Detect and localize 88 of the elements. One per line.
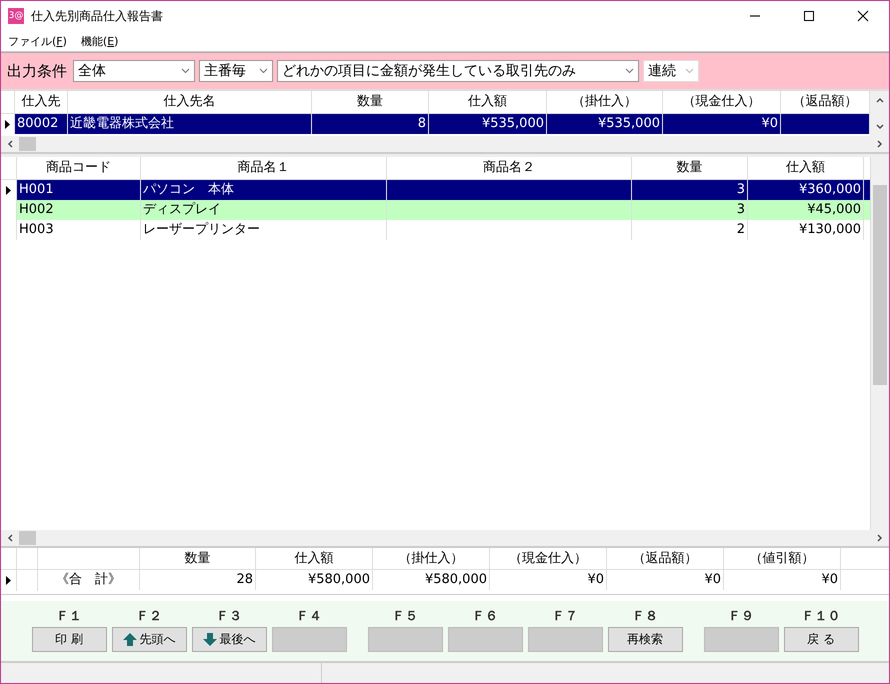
column-header[interactable]: 商品名１ — [141, 157, 387, 179]
app-icon: 3@ — [8, 8, 24, 24]
function-key-label: Ｆ４ — [296, 608, 322, 625]
table-cell: 近畿電器株式会社 — [70, 116, 174, 131]
function-button[interactable]: 再検索 — [608, 627, 682, 652]
table-row[interactable]: 80002 近畿電器株式会社 8 ¥535,000 ¥535,000 ¥0 — [1, 114, 870, 134]
table-cell: ¥0 — [761, 116, 778, 131]
column-header: （返品額） — [632, 551, 698, 566]
table-cell: ¥0 — [821, 572, 838, 587]
column-header[interactable]: 数量 — [312, 91, 429, 113]
chevron-down-icon[interactable] — [181, 68, 190, 74]
table-row[interactable]: H001 パソコン 本体 3 ¥360,000 — [1, 180, 870, 200]
table-cell: ¥580,000 — [308, 572, 370, 587]
table-cell: ¥535,000 — [598, 116, 660, 131]
scroll-down-icon[interactable] — [876, 124, 884, 130]
column-header: （掛仕入） — [398, 551, 464, 566]
table-cell: 28 — [236, 572, 253, 587]
column-header: 数量 — [184, 551, 210, 566]
column-header[interactable]: （現金仕入） — [663, 91, 781, 113]
scroll-thumb[interactable] — [19, 531, 36, 545]
chevron-down-icon[interactable] — [259, 68, 268, 74]
table-cell: パソコン 本体 — [143, 182, 234, 197]
function-key-label: Ｆ９ — [728, 608, 754, 625]
close-icon[interactable] — [857, 10, 869, 22]
table-cell: ¥0 — [587, 572, 604, 587]
function-key-label: Ｆ７ — [552, 608, 578, 625]
window-title: 仕入先別商品仕入報告書 — [31, 8, 163, 24]
column-header[interactable]: （掛仕入） — [547, 91, 663, 113]
function-key-label: Ｆ６ — [472, 608, 498, 625]
column-header[interactable]: 商品名２ — [387, 157, 632, 179]
dropdown[interactable]: 主番毎 — [199, 60, 273, 82]
up-arrow-icon — [122, 633, 136, 646]
row-pointer-icon — [6, 186, 11, 194]
scroll-thumb[interactable] — [19, 137, 36, 151]
column-header: 仕入額 — [294, 551, 334, 566]
scroll-right-icon[interactable] — [877, 140, 883, 148]
table-row[interactable]: H002 ディスプレイ 3 ¥45,000 — [1, 200, 870, 220]
column-header[interactable]: 商品コード — [17, 157, 141, 179]
table-cell: ¥580,000 — [424, 572, 487, 587]
function-key-label: Ｆ５ — [392, 608, 418, 625]
dropdown[interactable]: どれかの項目に金額が発生している取引先のみ — [277, 60, 639, 82]
table-cell: H002 — [19, 202, 54, 217]
table-cell: レーザープリンター — [143, 222, 260, 237]
table-cell: ¥360,000 — [798, 182, 861, 197]
table-cell: 2 — [736, 222, 745, 237]
function-key-label: Ｆ１０ — [802, 608, 840, 625]
table-cell: 3 — [736, 182, 745, 197]
column-header[interactable]: 仕入額 — [748, 157, 864, 179]
table-cell: ¥535,000 — [482, 116, 544, 131]
scroll-thumb[interactable] — [873, 185, 887, 385]
menu-item[interactable]: 機能(E) — [80, 34, 118, 48]
chevron-down-icon[interactable] — [625, 68, 634, 74]
table-cell: ¥0 — [704, 572, 721, 587]
down-arrow-icon — [202, 633, 216, 646]
scroll-up-icon[interactable] — [876, 97, 884, 103]
table-cell: 《合 計》 — [56, 572, 121, 587]
column-header[interactable]: 数量 — [632, 157, 748, 179]
column-header: （現金仕入） — [509, 551, 587, 566]
function-key-label: Ｆ３ — [216, 608, 242, 625]
column-header[interactable]: 仕入額 — [429, 91, 547, 113]
function-key-label: Ｆ１ — [56, 608, 82, 625]
row-pointer-icon — [6, 576, 11, 585]
function-button[interactable]: 印 刷 — [32, 627, 106, 652]
table-row[interactable]: H003 レーザープリンター 2 ¥130,000 — [1, 220, 870, 240]
menu-item[interactable]: ファイル(F) — [8, 34, 67, 48]
dropdown[interactable]: 全体 — [73, 60, 195, 82]
scroll-left-icon[interactable] — [7, 534, 13, 542]
column-header[interactable]: 仕入先名 — [68, 91, 312, 113]
function-key-label: Ｆ８ — [632, 608, 658, 625]
function-button[interactable]: 戻 る — [784, 627, 858, 652]
scroll-right-icon[interactable] — [877, 534, 883, 542]
table-cell: H001 — [19, 182, 54, 197]
table-cell: ¥130,000 — [798, 222, 861, 237]
table-cell: 8 — [418, 116, 426, 131]
filter-label: 出力条件 — [7, 62, 67, 80]
function-button[interactable]: 最後へ — [192, 627, 266, 652]
table-cell: ¥45,000 — [807, 202, 861, 217]
table-cell: 3 — [736, 202, 745, 217]
table-cell: H003 — [19, 222, 54, 237]
function-key-label: Ｆ２ — [136, 608, 162, 625]
scroll-left-icon[interactable] — [7, 140, 13, 148]
row-pointer-icon — [5, 120, 10, 128]
function-button[interactable]: 先頭へ — [112, 627, 186, 652]
maximize-icon[interactable] — [803, 10, 815, 22]
column-header[interactable]: 仕入先 — [15, 91, 68, 113]
table-cell: ディスプレイ — [143, 202, 221, 217]
column-header: （値引額） — [750, 551, 814, 566]
table-cell: 80002 — [17, 116, 58, 131]
